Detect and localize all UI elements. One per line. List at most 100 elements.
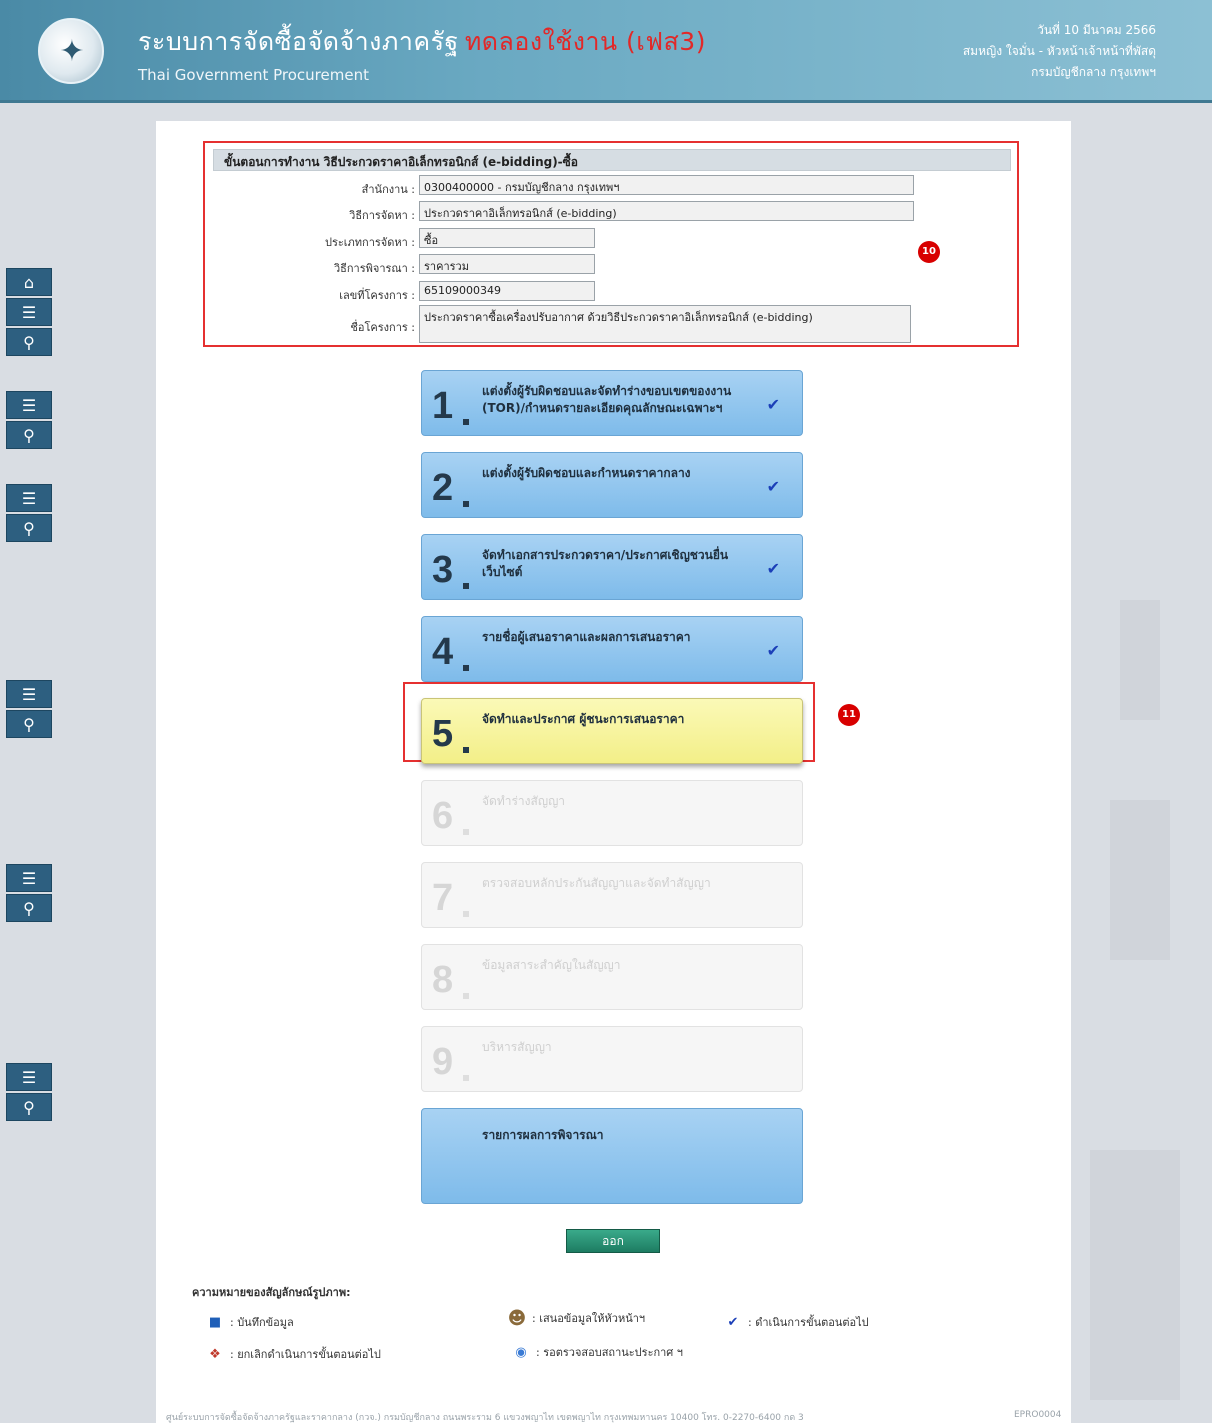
step-number: 1 [432, 385, 454, 427]
procurement-type-field: ซื้อ [419, 228, 595, 248]
step-number: 6 [432, 795, 454, 837]
app-title: ระบบการจัดซื้อจัดจ้างภาครัฐ ทดลองใช้งาน (… [138, 22, 706, 62]
checkmark-icon: ✔ [766, 395, 780, 414]
step-number-dot [463, 911, 469, 917]
user-department: กรมบัญชีกลาง กรุงเทพฯ [1031, 65, 1156, 79]
menu-icon[interactable]: ☰ [6, 1063, 52, 1091]
legend-save-text: : บันทึกข้อมูล [230, 1316, 294, 1329]
page-code: EPRO0004 [1014, 1410, 1062, 1420]
step-number-dot [463, 747, 469, 753]
info-row-consideration: วิธีการพิจารณา : [205, 256, 415, 276]
user-info: วันที่ 10 มีนาคม 2566 สมหญิง ใจมั่น - หั… [963, 20, 1156, 83]
side-toolbar-group-4: ☰ ⚲ [6, 680, 52, 740]
user-name: สมหญิง ใจมั่น - หัวหน้าเจ้าหน้าที่พัสดุ [962, 44, 1156, 58]
menu-icon[interactable]: ☰ [6, 484, 52, 512]
save-icon: ■ [208, 1314, 222, 1330]
project-info-box: ขั้นตอนการทำงาน วิธีประกวดราคาอิเล็กทรอน… [203, 141, 1019, 347]
menu-icon[interactable]: ☰ [6, 298, 52, 326]
cancel-icon: ❖ [209, 1346, 221, 1362]
step-number-dot [463, 665, 469, 671]
info-row-project-no: เลขที่โครงการ : [205, 283, 415, 303]
legend-title: ความหมายของสัญลักษณ์รูปภาพ: [192, 1286, 351, 1299]
step-3-button[interactable]: 3 จัดทำเอกสารประกวดราคา/ประกาศเชิญชวนยื่… [421, 534, 803, 600]
project-number-field: 65109000349 [419, 281, 595, 301]
step-label: จัดทำร่างสัญญา [482, 794, 566, 808]
checkmark-icon: ✔ [766, 477, 780, 496]
step-4-button[interactable]: 4 รายชื่อผู้เสนอราคาและผลการเสนอราคา ✔ [421, 616, 803, 682]
step-9-button: 9 บริหารสัญญา [421, 1026, 803, 1092]
info-row-method: วิธีการจัดหา : [205, 203, 415, 223]
step-label: จัดทำเอกสารประกวดราคา/ประกาศเชิญชวนยื่นเ… [482, 548, 729, 579]
step-7-button: 7 ตรวจสอบหลักประกันสัญญาและจัดทำสัญญา [421, 862, 803, 928]
garuda-logo: ✦ [38, 18, 104, 84]
legend-waiting-text: : รอตรวจสอบสถานะประกาศ ฯ [536, 1346, 683, 1359]
legend-proceed: ✔ : ดำเนินการขั้นตอนต่อไป [724, 1313, 869, 1331]
step-1-button[interactable]: 1 แต่งตั้งผู้รับผิดชอบและจัดทำร่างขอบเขต… [421, 370, 803, 436]
search-icon[interactable]: ⚲ [6, 1093, 52, 1121]
exit-button[interactable]: ออก [566, 1229, 660, 1253]
app-subtitle: Thai Government Procurement [138, 66, 369, 84]
info-label: วิธีการพิจารณา : [333, 262, 415, 275]
menu-icon[interactable]: ☰ [6, 391, 52, 419]
search-icon[interactable]: ⚲ [6, 894, 52, 922]
step-number-dot [463, 1075, 469, 1081]
menu-icon[interactable]: ☰ [6, 680, 52, 708]
step-number: 2 [432, 467, 454, 509]
side-toolbar-group-2: ☰ ⚲ [6, 391, 52, 451]
legend-proceed-text: : ดำเนินการขั้นตอนต่อไป [748, 1316, 869, 1329]
waiting-icon: ◉ [515, 1344, 527, 1360]
info-row-type: ประเภทการจัดหา : [205, 230, 415, 250]
annotation-marker-11: 11 [838, 704, 860, 726]
consideration-results-button[interactable]: รายการผลการพิจารณา [421, 1108, 803, 1204]
step-number: 3 [432, 549, 454, 591]
annotation-marker-10: 10 [918, 241, 940, 263]
search-icon[interactable]: ⚲ [6, 328, 52, 356]
home-icon[interactable]: ⌂ [6, 268, 52, 296]
info-label: ประเภทการจัดหา : [324, 236, 415, 249]
step-number-dot [463, 583, 469, 589]
side-toolbar-group-1: ⌂ ☰ ⚲ [6, 268, 52, 358]
step-number: 5 [432, 713, 454, 755]
legend-cancel: ❖ : ยกเลิกดำเนินการขั้นตอนต่อไป [206, 1345, 381, 1363]
search-icon[interactable]: ⚲ [6, 514, 52, 542]
step-8-button: 8 ข้อมูลสาระสำคัญในสัญญา [421, 944, 803, 1010]
garuda-icon: ✦ [59, 34, 85, 69]
step-label: บริหารสัญญา [482, 1040, 552, 1054]
legend-propose-text: : เสนอข้อมูลให้หัวหน้าฯ [532, 1312, 646, 1325]
step-label: แต่งตั้งผู้รับผิดชอบและกำหนดราคากลาง [482, 466, 691, 480]
title-text: ระบบการจัดซื้อจัดจ้างภาครัฐ [138, 27, 459, 56]
consideration-method-field: ราคารวม [419, 254, 595, 274]
background-decoration [1090, 1150, 1180, 1400]
info-label: เลขที่โครงการ : [339, 289, 415, 302]
step-number: 4 [432, 631, 454, 673]
legend-save: ■ : บันทึกข้อมูล [206, 1313, 294, 1331]
step-label: แต่งตั้งผู้รับผิดชอบและจัดทำร่างขอบเขตขอ… [482, 384, 732, 415]
step-number-dot [463, 501, 469, 507]
side-toolbar-group-3: ☰ ⚲ [6, 484, 52, 544]
legend-waiting: ◉ : รอตรวจสอบสถานะประกาศ ฯ [512, 1343, 683, 1361]
step-label: จัดทำและประกาศ ผู้ชนะการเสนอราคา [482, 712, 685, 726]
step-number-dot [463, 419, 469, 425]
app-header: ✦ ระบบการจัดซื้อจัดจ้างภาครัฐ ทดลองใช้งาน… [0, 0, 1212, 103]
search-icon[interactable]: ⚲ [6, 710, 52, 738]
checkmark-icon: ✔ [766, 641, 780, 660]
footer-text: ศูนย์ระบบการจัดซื้อจัดจ้างภาครัฐและราคาก… [166, 1413, 804, 1423]
checkmark-icon: ✔ [766, 559, 780, 578]
workflow-header: ขั้นตอนการทำงาน วิธีประกวดราคาอิเล็กทรอน… [213, 149, 1011, 171]
background-decoration [1120, 600, 1160, 720]
step-2-button[interactable]: 2 แต่งตั้งผู้รับผิดชอบและกำหนดราคากลาง ✔ [421, 452, 803, 518]
side-toolbar-group-6: ☰ ⚲ [6, 1063, 52, 1123]
info-label: สำนักงาน : [361, 183, 415, 196]
info-label: วิธีการจัดหา : [349, 209, 415, 222]
trial-label: ทดลองใช้งาน (เฟส3) [464, 27, 706, 56]
step-number-dot [463, 993, 469, 999]
main-panel: ขั้นตอนการทำงาน วิธีประกวดราคาอิเล็กทรอน… [156, 121, 1071, 1423]
search-icon[interactable]: ⚲ [6, 421, 52, 449]
step-5-button[interactable]: 5 จัดทำและประกาศ ผู้ชนะการเสนอราคา [421, 698, 803, 764]
checkmark-icon: ✔ [727, 1314, 739, 1330]
step-number: 7 [432, 877, 454, 919]
person-icon: ☻ [507, 1307, 527, 1329]
menu-icon[interactable]: ☰ [6, 864, 52, 892]
page-footer: ศูนย์ระบบการจัดซื้อจัดจ้างภาครัฐและราคาก… [0, 1409, 1212, 1423]
procurement-method-field: ประกวดราคาอิเล็กทรอนิกส์ (e-bidding) [419, 201, 914, 221]
